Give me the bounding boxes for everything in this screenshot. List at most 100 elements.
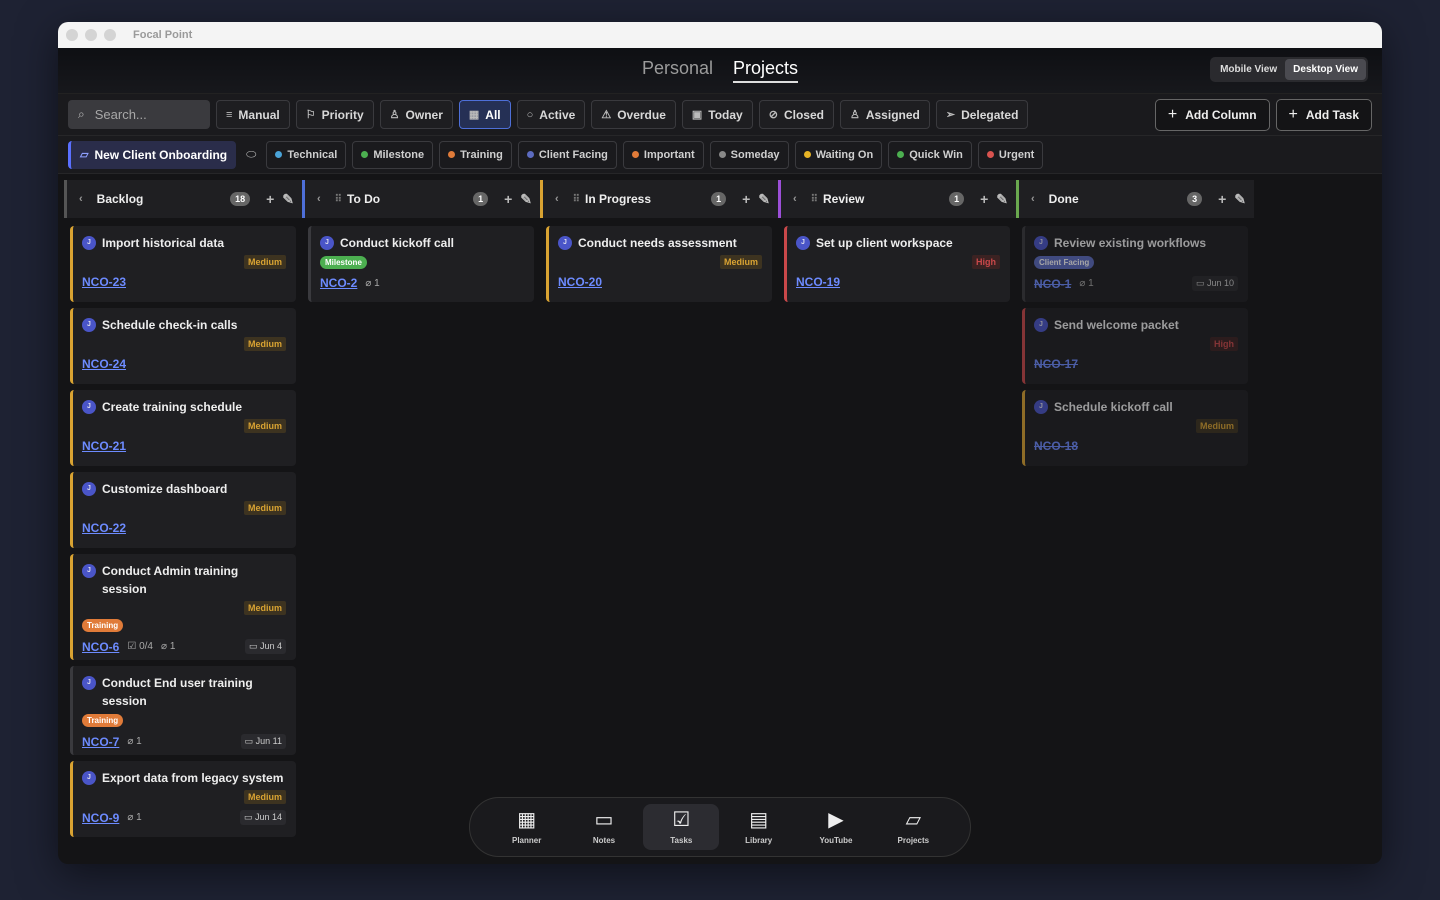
search-input[interactable] xyxy=(94,107,195,122)
label-chip-someday[interactable]: Someday xyxy=(709,140,789,169)
task-card[interactable]: J Schedule kickoff call Medium NCO-18 xyxy=(1022,390,1248,466)
priority-badge: Medium xyxy=(243,337,286,351)
edit-icon[interactable]: ✎ xyxy=(282,191,294,208)
label-color-dot xyxy=(275,151,283,158)
filter-label: Today xyxy=(708,107,743,122)
label-chip-technical[interactable]: Technical xyxy=(266,140,347,169)
task-key-link[interactable]: NCO-19 xyxy=(796,275,840,289)
minimize-window-button[interactable] xyxy=(85,29,97,41)
chevron-left-icon[interactable]: ‹ xyxy=(793,193,797,205)
sort-priority-button[interactable]: ⚐ Priority xyxy=(295,100,374,129)
dock-notes[interactable]: ▭ Notes xyxy=(566,804,642,850)
task-key-link[interactable]: NCO-21 xyxy=(82,439,126,453)
add-card-icon[interactable]: + xyxy=(980,191,988,207)
dock-tasks[interactable]: ☑ Tasks xyxy=(643,804,720,850)
label-color-dot xyxy=(631,151,639,158)
circle-icon: ○ xyxy=(526,108,534,121)
title-bar: Focal Point xyxy=(58,22,1382,48)
edit-icon[interactable]: ✎ xyxy=(520,191,532,208)
task-card[interactable]: J Conduct needs assessment Medium NCO-20 xyxy=(546,226,772,302)
mobile-view-button[interactable]: Mobile View xyxy=(1212,59,1285,80)
filter-overdue-button[interactable]: ⚠ Overdue xyxy=(591,100,676,129)
filter-assigned-button[interactable]: ♙ Assigned xyxy=(839,100,930,129)
desktop-view-button[interactable]: Desktop View xyxy=(1285,59,1366,80)
column-count-badge: 3 xyxy=(1187,192,1203,206)
attachment-count: ⌀ 1 xyxy=(161,641,175,652)
add-task-button[interactable]: + Add Task xyxy=(1275,98,1372,131)
label-chip-urgent[interactable]: Urgent xyxy=(977,140,1044,169)
add-card-icon[interactable]: + xyxy=(266,191,274,207)
task-card[interactable]: J Conduct kickoff call Milestone NCO-2 ⌀ 1 xyxy=(308,226,534,302)
task-key-link[interactable]: NCO-1 xyxy=(1034,277,1071,291)
dock-projects[interactable]: ▱ Projects xyxy=(875,804,951,850)
task-key-link[interactable]: NCO-24 xyxy=(82,357,126,371)
task-card[interactable]: J Create training schedule Medium NCO-21 xyxy=(70,390,296,466)
task-key-link[interactable]: NCO-17 xyxy=(1034,357,1078,371)
task-card[interactable]: J Set up client workspace High NCO-19 xyxy=(784,226,1010,302)
task-card[interactable]: J Conduct Admin training session Medium Tra… xyxy=(70,554,296,660)
zoom-window-button[interactable] xyxy=(104,29,116,41)
task-key-link[interactable]: NCO-20 xyxy=(558,275,602,289)
task-key-link[interactable]: NCO-2 xyxy=(320,276,357,290)
task-card[interactable]: J Send welcome packet High NCO-17 xyxy=(1022,308,1248,384)
edit-icon[interactable]: ✎ xyxy=(758,191,770,208)
task-card[interactable]: J Export data from legacy system Medium NCO… xyxy=(70,761,296,837)
edit-icon[interactable]: ✎ xyxy=(1234,191,1246,208)
card-title: Review existing workflows xyxy=(1054,236,1207,250)
sort-manual-button[interactable]: ≡ Manual xyxy=(216,100,290,129)
filter-all-button[interactable]: ▦ All xyxy=(458,100,511,129)
priority-badge: High xyxy=(972,255,1000,269)
sort-owner-button[interactable]: ♙ Owner xyxy=(379,100,453,129)
task-key-link[interactable]: NCO-6 xyxy=(82,640,119,654)
chevron-left-icon[interactable]: ‹ xyxy=(555,193,559,205)
task-card[interactable]: J Conduct End user training session Traini… xyxy=(70,666,296,755)
label-chip-milestone[interactable]: Milestone xyxy=(352,140,434,169)
search-box[interactable]: ⌕ xyxy=(68,100,210,129)
drag-handle-icon[interactable]: ⠿ xyxy=(573,194,580,205)
close-window-button[interactable] xyxy=(66,29,78,41)
dock-youtube[interactable]: ▶ YouTube xyxy=(798,804,874,850)
edit-icon[interactable]: ✎ xyxy=(996,191,1008,208)
drag-handle-icon[interactable]: ⠿ xyxy=(335,194,342,205)
filter-today-button[interactable]: ▣ Today xyxy=(681,100,753,129)
label-chip-waiting-on[interactable]: Waiting On xyxy=(794,140,883,169)
label-chip-client-facing[interactable]: Client Facing xyxy=(517,140,617,169)
mode-tab-personal[interactable]: Personal xyxy=(642,58,713,83)
task-card[interactable]: J Schedule check-in calls Medium NCO-24 xyxy=(70,308,296,384)
chevron-left-icon[interactable]: ‹ xyxy=(317,193,321,205)
card-footer: NCO-9 ⌀ 1 ▭ Jun 14 xyxy=(82,810,286,825)
add-card-icon[interactable]: + xyxy=(742,191,750,207)
card-footer: NCO-18 xyxy=(1034,439,1238,453)
task-key-link[interactable]: NCO-7 xyxy=(82,735,119,749)
dock-planner[interactable]: ▦ Planner xyxy=(489,804,565,850)
avatar: J xyxy=(1034,236,1048,250)
add-column-button[interactable]: + Add Column xyxy=(1154,98,1270,131)
avatar: J xyxy=(82,771,96,785)
add-card-icon[interactable]: + xyxy=(504,191,512,207)
filter-delegated-button[interactable]: ➢ Delegated xyxy=(935,100,1029,129)
drag-handle-icon[interactable]: ⠿ xyxy=(811,194,818,205)
label-chip-quick-win[interactable]: Quick Win xyxy=(888,140,972,169)
filter-closed-button[interactable]: ⊘ Closed xyxy=(758,100,834,129)
chevron-left-icon[interactable]: ‹ xyxy=(79,193,83,205)
project-selector[interactable]: ▱ New Client Onboarding xyxy=(68,140,237,169)
task-key-link[interactable]: NCO-18 xyxy=(1034,439,1078,453)
priority-row: Medium xyxy=(1034,419,1238,433)
filter-active-button[interactable]: ○ Active xyxy=(516,100,586,129)
card-title-row: J Create training schedule xyxy=(82,398,286,416)
task-card[interactable]: J Review existing workflows Client Facing N… xyxy=(1022,226,1248,302)
add-card-icon[interactable]: + xyxy=(1218,191,1226,207)
task-key-link[interactable]: NCO-23 xyxy=(82,275,126,289)
chevron-left-icon[interactable]: ‹ xyxy=(1031,193,1035,205)
mode-tab-projects[interactable]: Projects xyxy=(733,58,799,83)
task-card[interactable]: J Import historical data Medium NCO-23 xyxy=(70,226,296,302)
label-chip-important[interactable]: Important xyxy=(622,140,704,169)
label-chip-training[interactable]: Training xyxy=(439,140,512,169)
label-text: Urgent xyxy=(998,148,1035,161)
dock-library[interactable]: ▤ Library xyxy=(721,804,797,850)
task-key-link[interactable]: NCO-22 xyxy=(82,521,126,535)
task-key-link[interactable]: NCO-9 xyxy=(82,811,119,825)
card-footer: NCO-21 xyxy=(82,439,286,453)
task-card[interactable]: J Customize dashboard Medium NCO-22 xyxy=(70,472,296,548)
card-title-row: J Conduct needs assessment xyxy=(558,234,762,252)
